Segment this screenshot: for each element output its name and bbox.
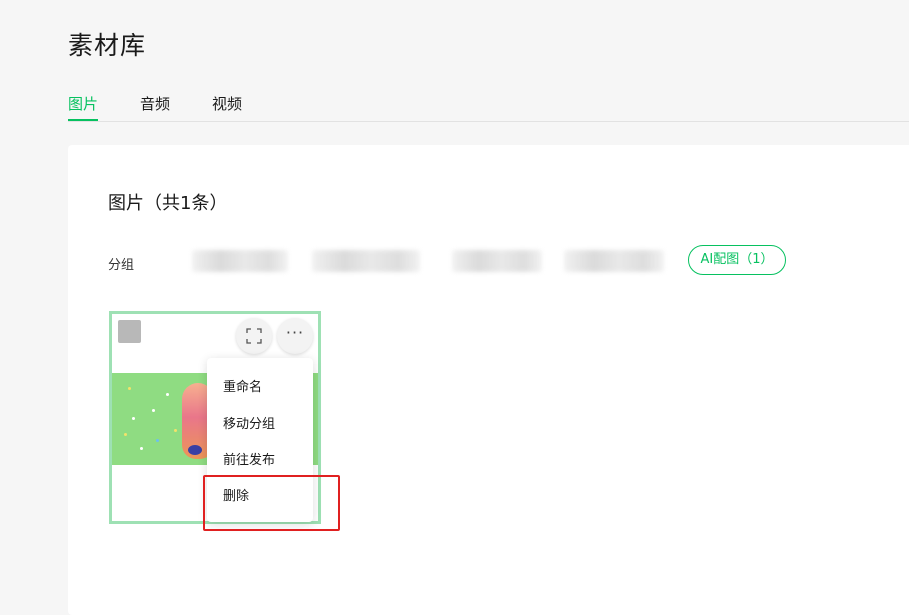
expand-icon: [246, 328, 262, 344]
group-label: 分组: [108, 258, 135, 273]
expand-button[interactable]: [236, 318, 272, 354]
section-title: 图片（共1条）: [108, 193, 228, 214]
delete-highlight-box: [203, 475, 340, 531]
group-chip-blurred[interactable]: [564, 250, 664, 272]
select-checkbox[interactable]: [118, 320, 141, 343]
group-chip-blurred[interactable]: [192, 250, 288, 272]
mascot-shoe: [188, 445, 202, 455]
tab-bar: 图片 音频 视频: [68, 92, 909, 122]
menu-item-rename[interactable]: 重命名: [223, 376, 262, 395]
more-options-button[interactable]: ···: [277, 318, 313, 354]
menu-item-move-group[interactable]: 移动分组: [223, 413, 275, 432]
tab-audio[interactable]: 音频: [140, 92, 170, 120]
content-card: 图片（共1条） 分组 AI配图（1） ···: [68, 145, 909, 615]
tab-images[interactable]: 图片: [68, 92, 99, 121]
group-chip-blurred[interactable]: [452, 250, 542, 272]
group-chip-blurred[interactable]: [312, 250, 420, 272]
tab-video[interactable]: 视频: [212, 92, 242, 120]
ai-group-button[interactable]: AI配图（1）: [688, 245, 786, 275]
menu-item-publish[interactable]: 前往发布: [223, 449, 275, 468]
page-title: 素材库: [68, 31, 147, 60]
more-dots-icon: ···: [285, 323, 305, 342]
